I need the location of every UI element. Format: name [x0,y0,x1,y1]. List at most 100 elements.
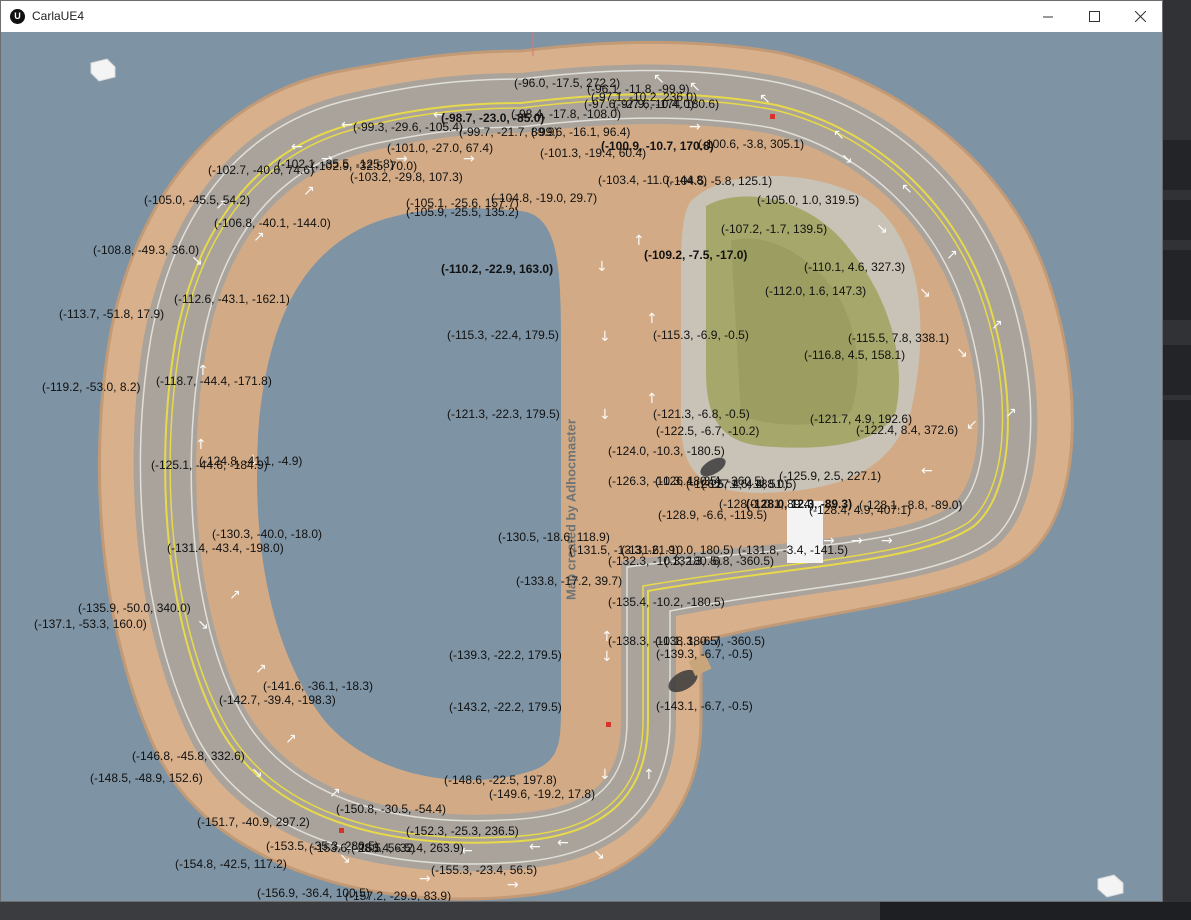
spawn-coordinate-label: (-112.0, 1.6, 147.3) [765,284,867,298]
spawn-coordinate-label: (-121.3, -22.3, 179.5) [447,407,560,421]
svg-text:→: → [507,877,519,893]
svg-text:↑: ↑ [195,437,207,453]
spawn-coordinate-label: (-105.0, -45.5, 54.2) [144,193,251,207]
spawn-coordinate-label: (-141.6, -36.1, -18.3) [263,679,374,693]
svg-text:→: → [419,871,431,887]
svg-text:←: ← [291,139,303,155]
spawn-coordinate-label: (-99.6, -16.1, 96.4) [531,125,631,139]
window-title: CarlaUE4 [32,9,85,23]
spawn-coordinate-label: (-110.1, 4.6, 327.3) [804,260,906,274]
svg-text:↗: ↗ [229,587,241,603]
spawn-coordinate-label: (-107.2, -1.7, 139.5) [721,222,828,236]
spawn-coordinate-label: (-124.0, -10.3, -180.5) [608,444,725,458]
spawn-coordinate-label: (-104.5, -5.8, 125.1) [666,174,773,188]
spawn-coordinate-label: (-157.2, -29.9, 83.9) [345,889,452,901]
svg-text:↑: ↑ [646,311,658,327]
spawn-coordinate-label: (-97.9, -10.4, 180.6) [613,97,720,111]
svg-text:↓: ↓ [599,329,611,345]
svg-text:↑: ↑ [633,233,645,249]
svg-text:←: ← [341,117,353,133]
close-icon [1135,11,1146,22]
desktop-bottom [0,902,1191,920]
svg-text:↓: ↓ [599,767,611,783]
spawn-coordinate-label: (-130.5, -18.6, 118.9) [498,530,610,544]
spawn-coordinate-label: (-115.3, -6.9, -0.5) [653,328,749,342]
spawn-coordinate-label: (-135.9, -50.0, 340.0) [78,601,191,615]
app-window: U CarlaUE4 ↖ ↖ ↖ → ↖ ↘ ↖ ↘ ↗ ↘ ↗ ↘ ↗ ↙ ←… [0,0,1163,902]
spawn-coordinate-label: (-150.8, -30.5, -54.4) [336,802,447,816]
spawn-coordinate-label: (-142.7, -39.4, -198.3) [219,693,336,707]
spawn-coordinate-label: (-133.8, -17.2, 39.7) [516,574,623,588]
game-viewport[interactable]: ↖ ↖ ↖ → ↖ ↘ ↖ ↘ ↗ ↘ ↗ ↘ ↗ ↙ ← → → → ← ← ← → → → ↗ ↗ ↗ ↘ ↑ ↓ … [1,32,1162,901]
title-bar[interactable]: U CarlaUE4 [1,1,1162,32]
spawn-coordinate-label: (-116.8, 4.5, 158.1) [804,348,906,362]
maximize-button[interactable] [1071,1,1117,32]
spawn-coordinate-label: (-118.7, -44.4, -171.8) [156,374,272,388]
svg-text:↗: ↗ [255,661,267,677]
close-button[interactable] [1117,1,1163,32]
svg-text:↗: ↗ [946,247,958,263]
svg-text:↓: ↓ [601,649,613,665]
spawn-coordinate-label: (-151.7, -40.9, 297.2) [197,815,310,829]
svg-text:↑: ↑ [646,391,658,407]
spawn-coordinate-label: (-105.9, -25.5, 135.2) [406,205,519,219]
spawn-coordinate-label: (-143.1, -6.7, -0.5) [656,699,753,713]
spawn-coordinate-label: (-101.0, -27.0, 67.4) [387,141,494,155]
svg-text:→: → [689,119,701,135]
spawn-coordinate-label: (-128.9, -6.6, -119.5) [658,508,768,522]
svg-text:↘: ↘ [876,221,888,237]
svg-text:↘: ↘ [593,847,605,863]
svg-text:↙: ↙ [966,417,978,433]
svg-text:→: → [851,533,863,549]
spawn-coordinate-label: (-122.4, 8.4, 372.6) [856,423,959,437]
spawn-coordinate-label: (-152.3, -25.3, 236.5) [406,824,519,838]
spawn-coordinate-label: (-108.8, -49.3, 36.0) [93,243,200,257]
svg-text:↓: ↓ [596,259,608,275]
svg-text:↓: ↓ [599,407,611,423]
spawn-coordinate-label: (-154.8, -42.5, 117.2) [175,857,287,871]
spawn-coordinate-label: (-113.7, -51.8, 17.9) [59,307,165,321]
spawn-coordinate-label: (-155.3, -23.4, 56.5) [431,863,538,877]
minimize-icon [1043,16,1053,18]
desktop-sidebar [1163,0,1191,920]
spawn-coordinate-label: (-115.3, -22.4, 179.5) [447,328,559,342]
spawn-coordinate-label: (-121.3, -6.8, -0.5) [653,407,750,421]
spawn-coordinate-label: (-110.2, -22.9, 163.0) [441,262,554,276]
svg-text:↖: ↖ [833,127,845,143]
spawn-coordinate-label: (-148.6, -22.5, 197.8) [444,773,557,787]
maximize-icon [1089,11,1100,22]
svg-text:←: ← [529,839,541,855]
spawn-coordinate-label: (-115.5, 7.8, 338.1) [848,331,950,345]
svg-text:↗: ↗ [303,183,315,199]
spawn-coordinate-label: (-148.5, -48.9, 152.6) [90,771,203,785]
spawn-coordinate-label: (-109.2, -7.5, -17.0) [644,248,748,262]
spawn-coordinate-label: (-132.3, -6.8, -360.5) [664,554,775,568]
spawn-coordinate-label: (-130.3, -40.0, -18.0) [212,527,323,541]
spawn-coordinate-label: (-105.0, 1.0, 319.5) [757,193,860,207]
spawn-coordinate-label: (-128.4, 4.9, 407.1) [809,503,912,517]
spawn-coordinate-label: (-135.4, -10.2, -180.5) [608,595,725,609]
spawn-coordinate-label: (-131.4, -43.4, -198.0) [167,541,284,555]
svg-text:↘: ↘ [956,345,968,361]
svg-text:↗: ↗ [1005,405,1017,421]
spawn-coordinate-label: (-137.1, -53.3, 160.0) [34,617,147,631]
svg-text:↘: ↘ [197,617,209,633]
svg-text:←: ← [921,463,933,479]
spawn-coordinate-label: (-103.2, -29.8, 107.3) [350,170,463,184]
svg-text:↖: ↖ [759,91,771,107]
svg-text:←: ← [557,835,569,851]
spawn-coordinate-label: (-139.3, -6.7, -0.5) [656,647,753,661]
svg-text:→: → [881,533,893,549]
svg-text:↘: ↘ [919,285,931,301]
unreal-logo-icon: U [10,9,25,24]
spawn-coordinate-label: (-127.4, 4.4, 51.5) [701,477,797,491]
svg-text:↘: ↘ [841,151,853,167]
spawn-coordinate-label: (-99.3, -29.6, -105.4) [353,120,464,134]
svg-text:↘: ↘ [251,765,263,781]
svg-text:↗: ↗ [991,317,1003,333]
svg-text:↖: ↖ [901,181,913,197]
minimize-button[interactable] [1025,1,1071,32]
svg-text:↑: ↑ [643,767,655,783]
spawn-coordinate-label: (-119.2, -53.0, 8.2) [42,380,141,394]
spawn-coordinate-label: (-112.6, -43.1, -162.1) [174,292,290,306]
